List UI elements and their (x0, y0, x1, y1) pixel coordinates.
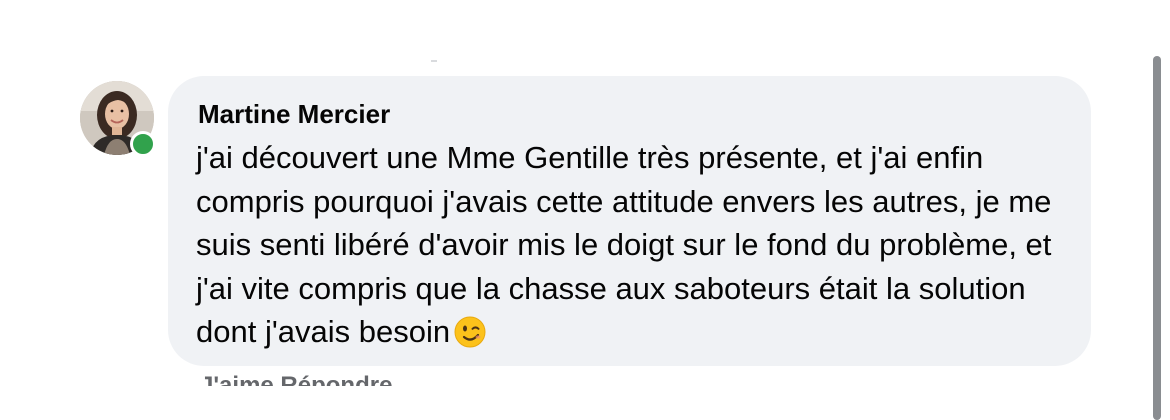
comment-thread: Martine Mercier j'ai découvert une Mme G… (0, 0, 1170, 420)
scrollbar[interactable] (1153, 56, 1161, 420)
comment-author-name[interactable]: Martine Mercier (198, 99, 390, 130)
divider (431, 60, 437, 62)
winking-face-icon (454, 316, 486, 360)
comment-text: j'ai découvert une Mme Gentille très pré… (196, 140, 1052, 349)
comment-actions-row[interactable]: J'aime Répondre (200, 372, 392, 386)
online-status-indicator (130, 131, 156, 157)
comment-bubble: Martine Mercier j'ai découvert une Mme G… (168, 76, 1091, 366)
comment-body: j'ai découvert une Mme Gentille très pré… (196, 136, 1076, 360)
